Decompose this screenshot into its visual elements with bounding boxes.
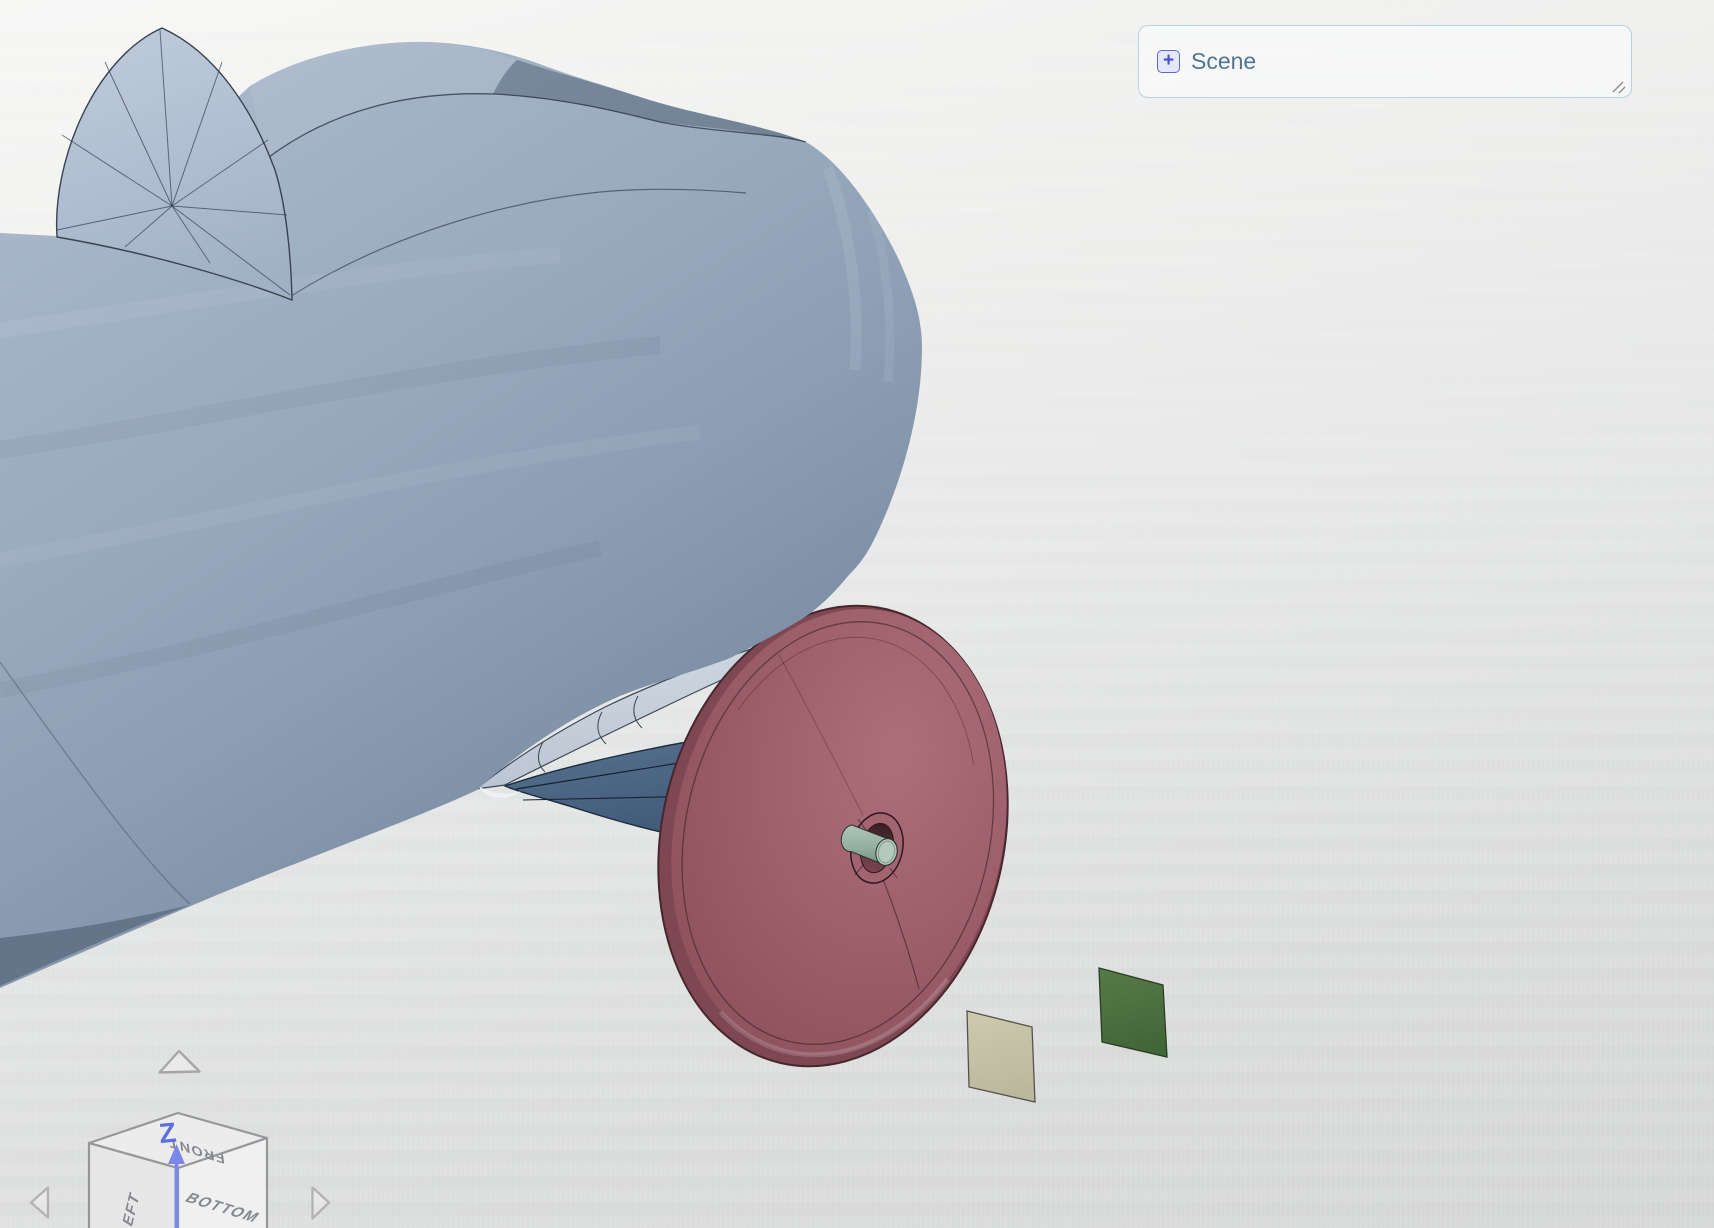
orientation-widget: FRONT LEFT BOTTOM Z xyxy=(29,1049,331,1228)
panel-resize-handle[interactable] xyxy=(1609,78,1627,94)
quad-green-mesh[interactable] xyxy=(1098,967,1168,1058)
quad-beige-mesh[interactable] xyxy=(966,1010,1036,1103)
rotate-left-arrow[interactable] xyxy=(29,1186,50,1219)
expand-plus-icon[interactable]: + xyxy=(1157,50,1180,73)
rotate-right-arrow[interactable] xyxy=(311,1186,331,1220)
scene-tree-panel[interactable]: + Scene xyxy=(1138,25,1632,98)
cad-viewer: { "scene_panel": { "label": "Scene", "ex… xyxy=(0,0,1714,1228)
3d-viewport-canvas[interactable]: FRONT LEFT BOTTOM Z xyxy=(0,0,1714,1228)
z-axis-label: Z xyxy=(158,1117,178,1150)
rotate-up-arrow[interactable] xyxy=(158,1049,201,1074)
scene-tree-root-label: Scene xyxy=(1191,48,1257,74)
